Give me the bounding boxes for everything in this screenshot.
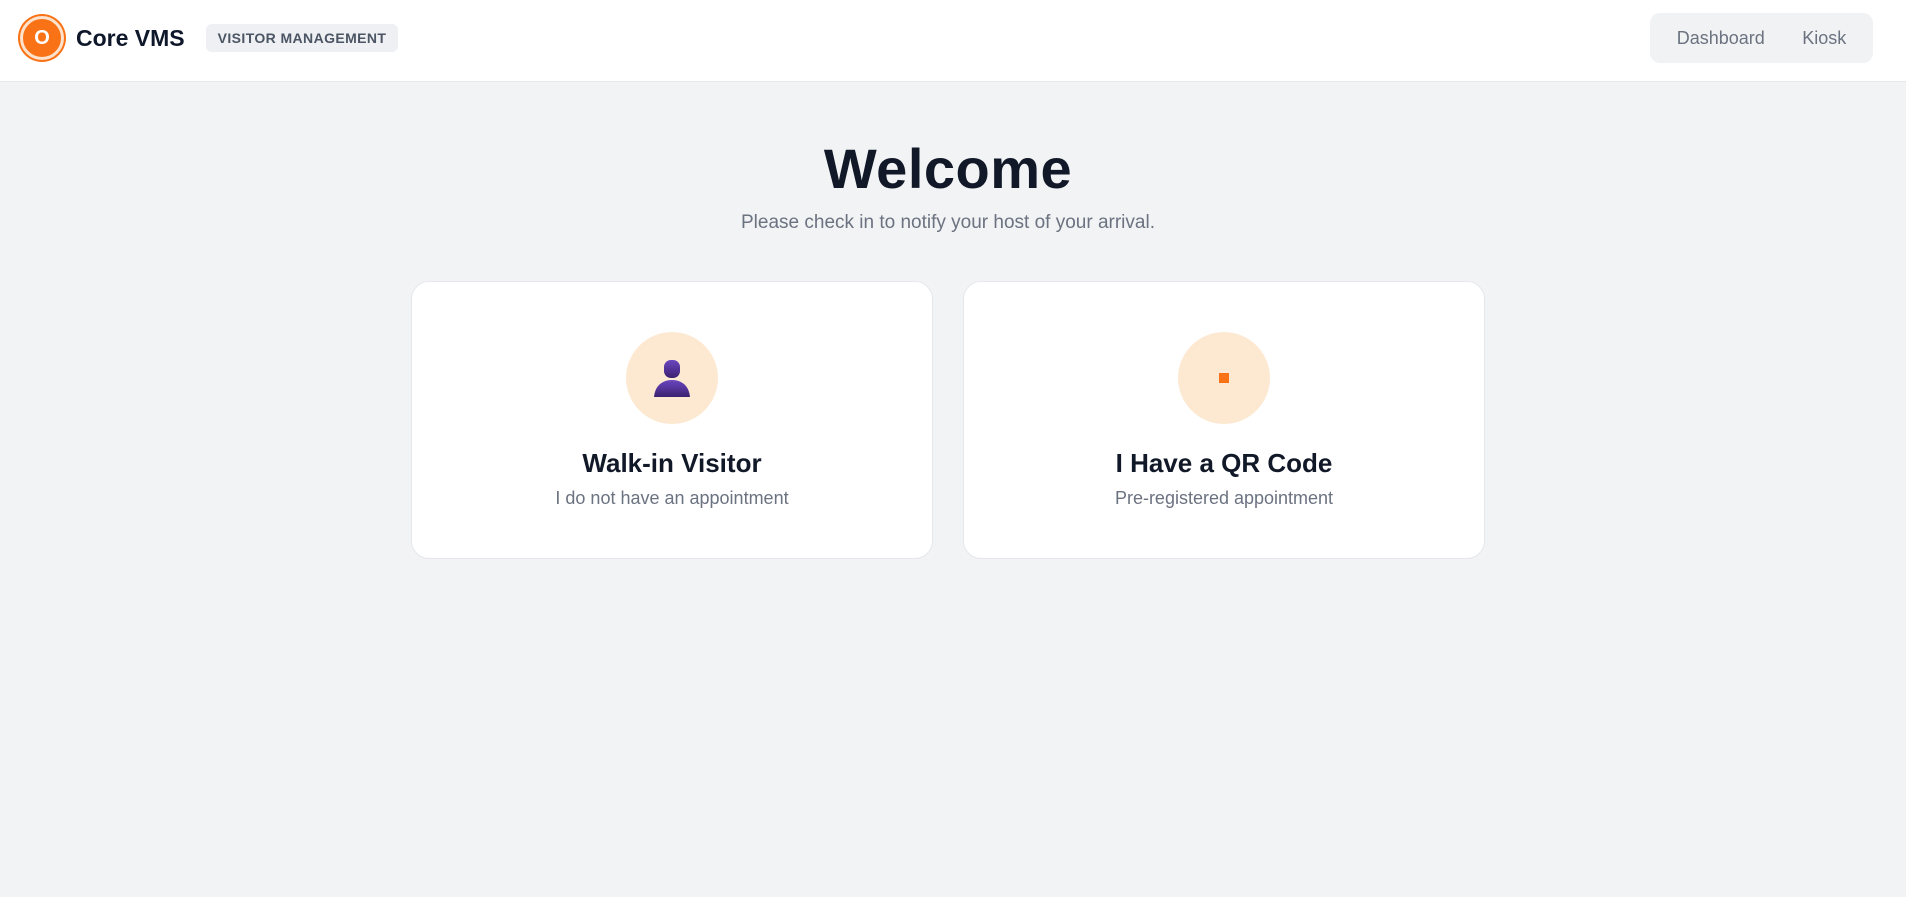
qr-code-title: I Have a QR Code — [1115, 448, 1333, 478]
brand[interactable]: O Core VMS VISITOR MANAGEMENT — [20, 16, 399, 60]
section-badge: VISITOR MANAGEMENT — [205, 24, 399, 52]
top-bar: O Core VMS VISITOR MANAGEMENT Dashboard … — [0, 0, 1906, 82]
qr-code-subtitle: Pre-registered appointment — [1114, 488, 1334, 508]
nav-dashboard-link[interactable]: Dashboard — [1669, 22, 1773, 55]
qr-code-card[interactable]: I Have a QR Code Pre-registered appointm… — [963, 281, 1485, 559]
page-subtitle: Please check in to notify your host of y… — [741, 212, 1155, 233]
walk-in-subtitle: I do not have an appointment — [555, 488, 789, 508]
logo-icon: O — [20, 16, 64, 60]
top-nav: Dashboard Kiosk — [1650, 13, 1873, 63]
page-title: Welcome — [823, 137, 1073, 200]
person-icon — [626, 332, 718, 424]
nav-kiosk-link[interactable]: Kiosk — [1794, 22, 1854, 55]
qr-code-icon — [1178, 332, 1270, 424]
walk-in-visitor-card[interactable]: Walk-in Visitor I do not have an appoint… — [411, 281, 933, 559]
app-name: Core VMS — [76, 24, 185, 51]
walk-in-title: Walk-in Visitor — [582, 448, 762, 478]
